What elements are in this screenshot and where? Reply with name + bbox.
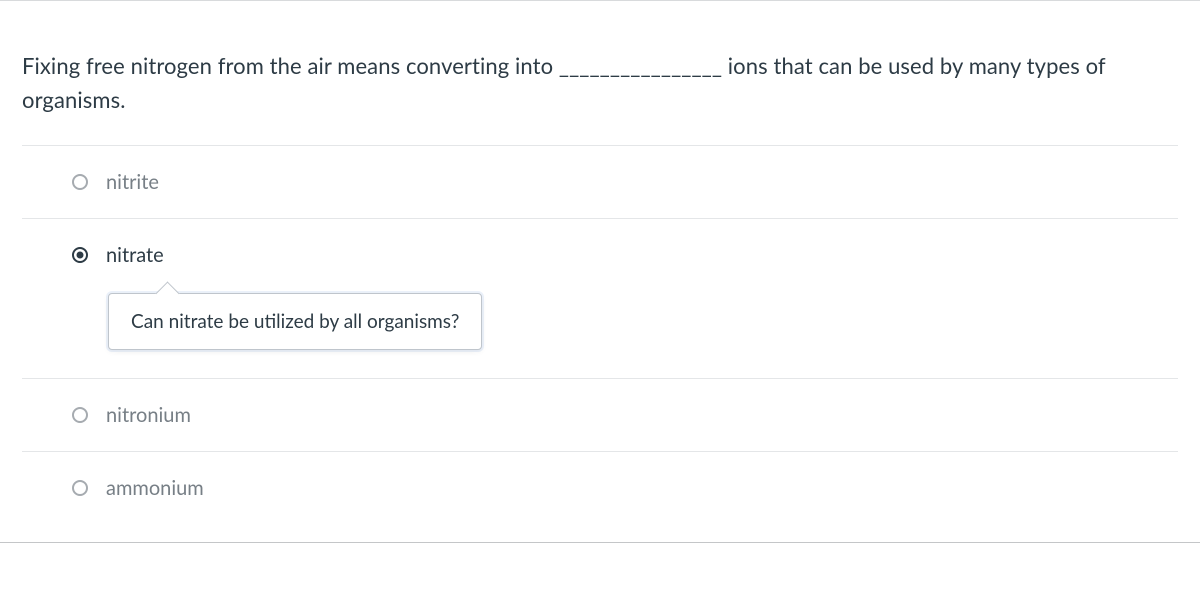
radio-icon-selected[interactable] xyxy=(72,247,88,263)
options-list: nitrite nitrate Can nitrate be utilized … xyxy=(0,145,1200,542)
option-ammonium[interactable]: ammonium xyxy=(22,451,1178,524)
feedback-tooltip: Can nitrate be utilized by all organisms… xyxy=(108,293,482,350)
option-nitrate[interactable]: nitrate Can nitrate be utilized by all o… xyxy=(22,218,1178,378)
option-label: ammonium xyxy=(106,476,204,500)
option-label: nitronium xyxy=(106,403,191,427)
question-card: Fixing free nitrogen from the air means … xyxy=(0,0,1200,543)
option-nitrite[interactable]: nitrite xyxy=(22,145,1178,218)
radio-icon[interactable] xyxy=(72,174,88,190)
radio-icon[interactable] xyxy=(72,480,88,496)
option-nitronium[interactable]: nitronium xyxy=(22,378,1178,451)
option-label: nitrate xyxy=(106,243,164,267)
option-label: nitrite xyxy=(106,170,159,194)
radio-icon[interactable] xyxy=(72,407,88,423)
question-text: Fixing free nitrogen from the air means … xyxy=(0,1,1200,145)
